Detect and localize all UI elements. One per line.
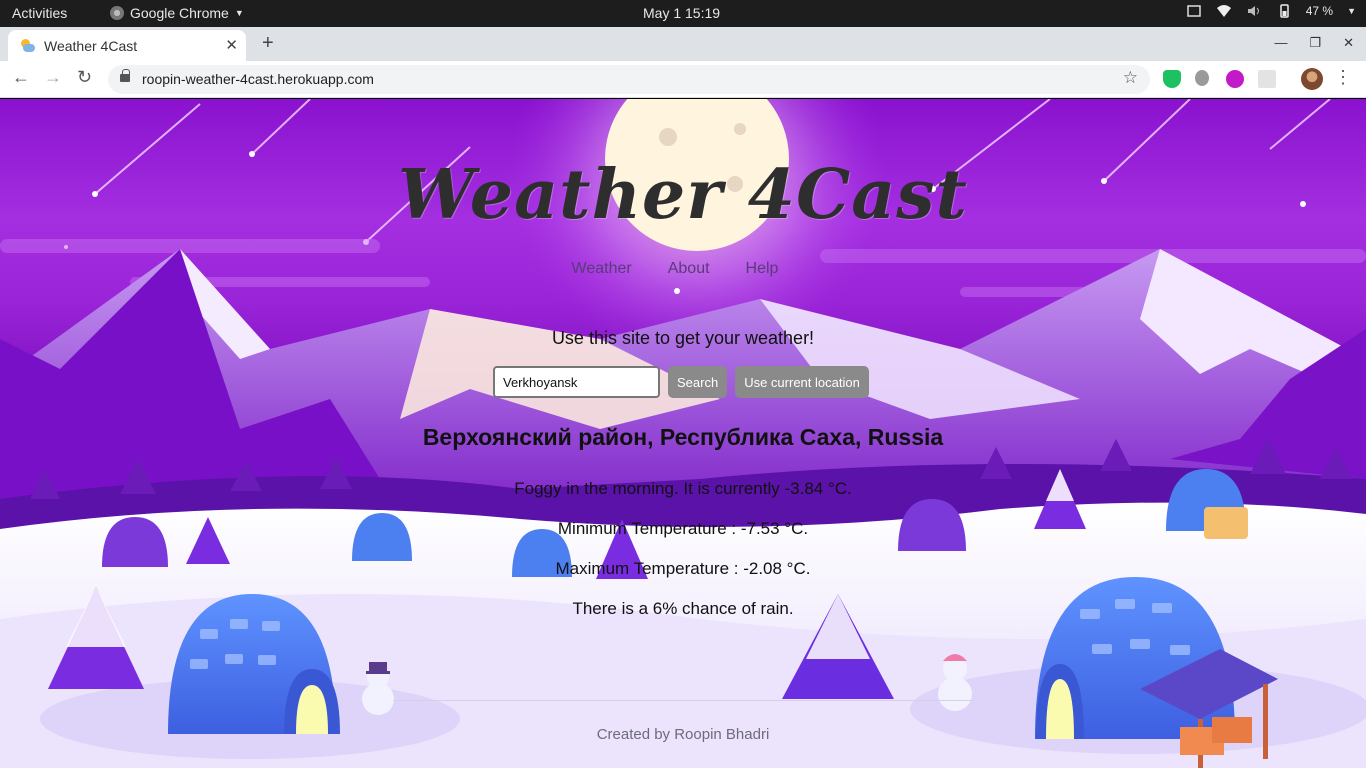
weather-favicon-icon bbox=[20, 38, 36, 54]
forecast-min-temperature: Minimum Temperature : -7.53 °C. bbox=[557, 519, 809, 538]
site-navigation: Weather About Help bbox=[0, 260, 1366, 278]
grey-extension-icon[interactable] bbox=[1258, 70, 1276, 88]
forecast-rain-chance: There is a 6% chance of rain. bbox=[572, 599, 794, 618]
nav-link-about[interactable]: About bbox=[668, 260, 710, 278]
footer-credit: Created by Roopin Bhadri bbox=[596, 726, 770, 743]
footer-divider bbox=[393, 700, 973, 701]
new-tab-icon[interactable]: + bbox=[262, 32, 274, 55]
reload-icon[interactable]: ↻ bbox=[77, 67, 92, 88]
app-name: Google Chrome bbox=[130, 5, 229, 21]
system-top-bar: Activities Google Chrome ▼ May 1 15:19 4… bbox=[0, 0, 1366, 27]
page-viewport: Weather 4Cast Weather About Help Use thi… bbox=[0, 99, 1366, 768]
search-button[interactable]: Search bbox=[668, 366, 728, 398]
volume-icon bbox=[1247, 6, 1259, 16]
pink-extension-icon[interactable] bbox=[1226, 70, 1244, 88]
restore-icon[interactable]: ❐ bbox=[1309, 35, 1321, 51]
clock[interactable]: May 1 15:19 bbox=[643, 5, 720, 21]
chrome-icon bbox=[110, 6, 124, 20]
tab-title: Weather 4Cast bbox=[44, 37, 138, 54]
window-controls: — ❐ ✕ bbox=[1274, 35, 1354, 51]
profile-avatar[interactable] bbox=[1301, 68, 1323, 90]
close-icon[interactable]: ✕ bbox=[225, 36, 238, 54]
back-arrow-icon[interactable]: ← bbox=[12, 67, 30, 88]
tab-weather-4cast[interactable]: Weather 4Cast ✕ bbox=[8, 30, 246, 61]
power-menu-caret: ▼ bbox=[1347, 6, 1356, 16]
bookmark-star-icon[interactable]: ☆ bbox=[1123, 68, 1138, 88]
battery-icon bbox=[1279, 4, 1289, 18]
screenshot-icon bbox=[1186, 5, 1201, 17]
minimize-icon[interactable]: — bbox=[1274, 35, 1287, 51]
bug-extension-icon[interactable] bbox=[1195, 70, 1209, 86]
forecast-location: Верхоянский район, Республика Саха, Russ… bbox=[422, 424, 944, 450]
url-text: roopin-weather-4cast.herokuapp.com bbox=[142, 71, 374, 87]
chrome-menu-icon[interactable]: ⋮ bbox=[1334, 68, 1352, 86]
forecast-max-temperature: Maximum Temperature : -2.08 °C. bbox=[555, 559, 811, 578]
location-search-input[interactable] bbox=[493, 366, 660, 398]
nav-link-help[interactable]: Help bbox=[746, 260, 779, 278]
site-logo[interactable]: Weather 4Cast bbox=[0, 155, 1366, 235]
window-close-icon[interactable]: ✕ bbox=[1343, 35, 1354, 51]
app-menu[interactable]: Google Chrome ▼ bbox=[110, 5, 244, 21]
activities-button[interactable]: Activities bbox=[12, 5, 67, 21]
chevron-down-icon: ▼ bbox=[234, 8, 244, 18]
browser-toolbar: ← → ↻ roopin-weather-4cast.herokuapp.com… bbox=[0, 61, 1366, 98]
wifi-icon bbox=[1216, 5, 1231, 17]
forecast-summary: Foggy in the morning. It is currently -3… bbox=[514, 479, 852, 498]
forward-arrow-icon[interactable]: → bbox=[44, 67, 62, 88]
use-current-location-button[interactable]: Use current location bbox=[735, 366, 869, 398]
system-tray[interactable]: 47 % ▼ bbox=[1186, 4, 1356, 18]
search-form: Search Use current location bbox=[493, 366, 869, 398]
address-bar[interactable]: roopin-weather-4cast.herokuapp.com ☆ bbox=[108, 65, 1150, 94]
tab-strip: Weather 4Cast ✕ + — ❐ ✕ bbox=[0, 27, 1366, 61]
shield-extension-icon[interactable] bbox=[1163, 70, 1181, 88]
intro-text: Use this site to get your weather! bbox=[551, 328, 815, 348]
lock-icon[interactable] bbox=[120, 69, 130, 83]
battery-percent: 47 % bbox=[1305, 4, 1334, 18]
nav-link-weather[interactable]: Weather bbox=[572, 260, 632, 278]
